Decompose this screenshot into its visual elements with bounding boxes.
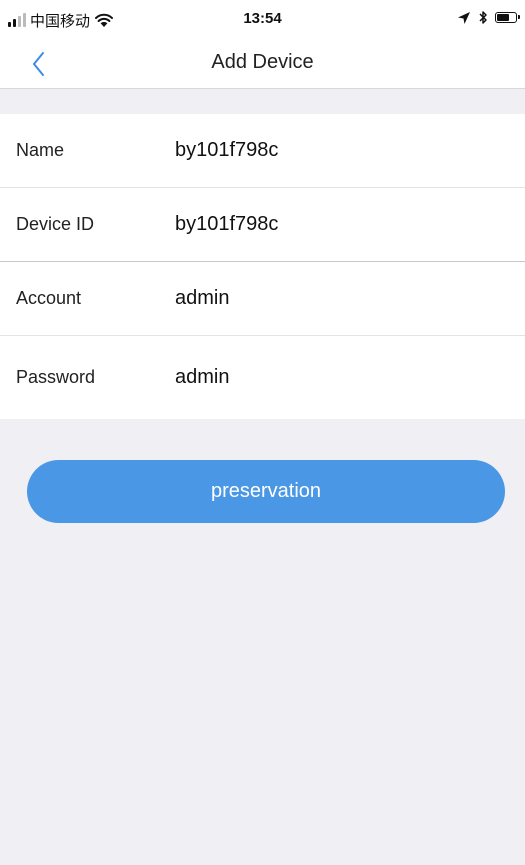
location-arrow-icon xyxy=(458,11,470,24)
device-id-label: Device ID xyxy=(16,214,95,234)
battery-fill xyxy=(497,14,509,21)
name-label: Name xyxy=(16,140,65,160)
account-row[interactable]: Account admin xyxy=(0,262,525,336)
save-button[interactable]: preservation xyxy=(27,460,505,523)
account-label: Account xyxy=(16,288,82,308)
bluetooth-icon xyxy=(479,11,487,24)
device-id-row[interactable]: Device ID by101f798c xyxy=(0,188,525,262)
status-right xyxy=(457,10,520,25)
device-id-field[interactable]: by101f798c xyxy=(175,188,509,261)
navigation-bar: Add Device xyxy=(0,40,525,89)
password-label: Password xyxy=(16,367,96,387)
device-form: Name by101f798c Device ID by101f798c Acc… xyxy=(0,114,525,419)
password-field[interactable]: admin xyxy=(175,336,509,419)
account-field[interactable]: admin xyxy=(175,262,509,335)
name-row[interactable]: Name by101f798c xyxy=(0,114,525,188)
battery-icon xyxy=(495,12,520,23)
name-field[interactable]: by101f798c xyxy=(175,114,509,187)
status-time: 13:54 xyxy=(243,10,282,27)
page-title: Add Device xyxy=(211,51,314,73)
password-row[interactable]: Password admin xyxy=(0,336,525,419)
status-bar: 中国移动 13:54 xyxy=(0,0,525,40)
